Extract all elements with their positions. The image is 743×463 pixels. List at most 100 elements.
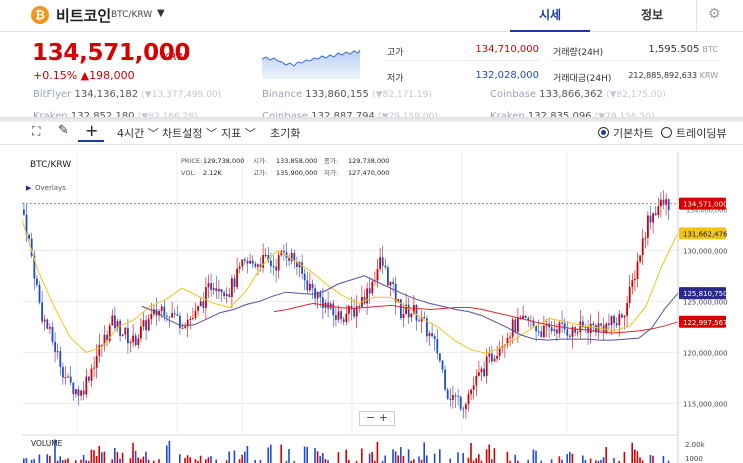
candle-body <box>641 238 644 256</box>
tab-quote[interactable]: 시세 <box>510 0 590 32</box>
candle-body <box>553 329 556 332</box>
volume-bar <box>207 457 210 463</box>
candle-body <box>389 281 392 286</box>
volume-bar <box>145 451 147 463</box>
candle-body <box>337 311 340 320</box>
volume-bar <box>613 458 615 463</box>
exchange-name: BitFlyer <box>33 89 72 100</box>
legend-low-label: 저가: <box>324 168 338 177</box>
volume-label: 거래량(24H) <box>553 48 604 58</box>
volume-bar <box>561 459 563 463</box>
price-change: +0.15% ▲198,000 <box>33 69 135 82</box>
volume-bar <box>566 454 568 463</box>
price-label: 125,810,750 <box>683 290 728 298</box>
tradingview-label: 트레이딩뷰 <box>676 127 727 140</box>
volume-bar <box>205 459 207 463</box>
volume-bar <box>652 455 654 463</box>
overlays-toggle-icon: ▶ <box>26 184 32 192</box>
sparkline <box>262 49 361 79</box>
candle-body <box>423 317 426 319</box>
candle-body <box>228 294 231 298</box>
volume-bar <box>314 447 316 463</box>
volume-bar <box>59 456 61 463</box>
candle-body <box>654 213 657 216</box>
divider <box>383 60 540 61</box>
legend-symbol: BTC/KRW <box>30 160 71 170</box>
tab-info[interactable]: 정보 <box>612 0 692 32</box>
volume-bar <box>589 458 592 463</box>
candle-body <box>579 321 582 333</box>
volume-bar <box>168 440 171 463</box>
candle-body <box>233 278 236 287</box>
candle-body <box>480 368 483 373</box>
radio-basic-chart[interactable] <box>598 127 609 138</box>
interval-select[interactable]: 4시간 ﹀ <box>117 125 159 141</box>
exchange-diff: (▼82,171.19) <box>372 90 432 100</box>
candle-body <box>371 281 374 294</box>
candle-body <box>244 259 246 261</box>
radio-tradingview[interactable] <box>661 127 672 138</box>
candle-body <box>51 327 54 342</box>
candle-body <box>433 336 436 340</box>
candle-body <box>246 260 249 264</box>
zoom-controls[interactable]: − + <box>359 411 395 426</box>
candle-body <box>509 336 511 338</box>
coin-name[interactable]: 비트코인 <box>56 5 111 26</box>
candle-body <box>514 319 517 332</box>
candle-body <box>223 292 225 296</box>
candle-body <box>43 319 46 322</box>
sparkline-area <box>262 50 360 79</box>
candle-body <box>613 315 615 324</box>
candle-body <box>589 323 592 334</box>
divider <box>550 60 720 61</box>
basic-chart-label: 기본차트 <box>613 127 654 140</box>
candle-body <box>332 303 335 316</box>
candle-body <box>101 344 103 346</box>
candle-body <box>132 335 134 343</box>
candle-body <box>309 283 311 291</box>
indicators-button[interactable]: 지표 ﹀ <box>221 125 256 141</box>
candle-body <box>205 287 207 308</box>
candle-body <box>166 315 168 317</box>
candle-body <box>46 319 49 329</box>
candle-body <box>647 215 649 238</box>
pencil-icon[interactable]: ✎ <box>58 123 69 138</box>
candle-body <box>192 318 194 320</box>
candle-body <box>631 280 634 287</box>
candle-body <box>236 268 238 287</box>
vol-axis-label: 2.00k <box>685 441 706 449</box>
volume-bar <box>394 451 397 463</box>
candle-body <box>140 326 142 339</box>
candle-body <box>95 355 98 368</box>
chart-settings-button[interactable]: 차트설정 ﹀ <box>162 125 217 141</box>
volume-bar <box>475 458 477 463</box>
volume-bar <box>119 458 121 463</box>
volume-bar <box>582 455 584 463</box>
volume-bar <box>49 455 51 463</box>
volume-bar <box>345 449 347 463</box>
volume-bar <box>233 450 236 463</box>
price-label: 122,997,567 <box>683 319 728 327</box>
candle-body <box>119 321 121 336</box>
candle-body <box>387 267 389 286</box>
volume-bar <box>114 447 116 463</box>
candle-body <box>335 315 337 320</box>
crosshair-icon[interactable]: + <box>85 121 98 140</box>
candle-body <box>576 332 579 334</box>
candle-body <box>488 353 491 357</box>
candle-body <box>168 316 171 318</box>
reset-button[interactable]: 초기화 <box>270 125 300 141</box>
candle-body <box>49 327 51 329</box>
high-value: 134,710,000 <box>475 44 539 55</box>
gear-icon[interactable]: ⚙ <box>708 6 721 22</box>
volume-bar <box>433 453 436 463</box>
expand-icon[interactable]: ⛶ <box>32 124 40 139</box>
volume-bar <box>280 444 282 463</box>
candle-body <box>478 372 480 376</box>
candle-body <box>80 390 82 396</box>
chevron-down-icon[interactable]: ▼ <box>157 8 165 19</box>
candle-body <box>67 376 69 378</box>
candle-body <box>306 280 309 291</box>
legend-vol: 2.12K <box>203 169 222 177</box>
volume-bar <box>426 455 428 463</box>
